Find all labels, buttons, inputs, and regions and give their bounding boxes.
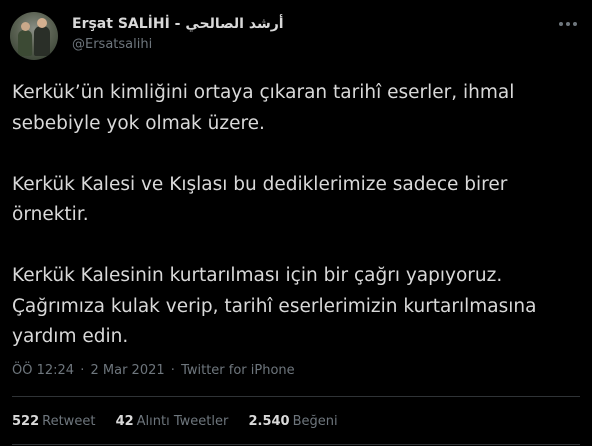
more-dots-icon-svg [559, 22, 577, 26]
quotes-stat[interactable]: 42 Alıntı Tweetler [116, 414, 233, 429]
tweet-stats: 522 Retweet 42 Alıntı Tweetler 2.540 Beğeni [12, 414, 354, 429]
author-handle[interactable]: @Ersatsalihi [72, 37, 152, 52]
quotes-label: Alıntı Tweetler [136, 414, 229, 429]
meta-separator: · [170, 363, 175, 378]
divider [12, 396, 580, 397]
retweets-stat[interactable]: 522 Retweet [12, 414, 100, 429]
tweet-paragraph: Kerkük Kalesi ve Kışlası bu dediklerimiz… [12, 173, 508, 226]
tweet-text: Kerkük’ün kimliğini ortaya çıkaran tarih… [12, 78, 582, 383]
quotes-count: 42 [115, 414, 134, 429]
likes-label: Beğeni [292, 414, 338, 429]
likes-count: 2.540 [248, 414, 290, 429]
likes-stat[interactable]: 2.540 Beğeni [248, 414, 337, 429]
tweet-meta: ÖÖ 12:24 · 2 Mar 2021 · Twitter for iPho… [12, 363, 295, 378]
tweet-header: Erşat SALİHİ - أرشد الصالحي @Ersatsalihi [10, 10, 582, 60]
avatar-figure [37, 18, 47, 28]
divider [12, 444, 580, 445]
tweet-paragraph: Kerkük Kalesinin kurtarılması için bir ç… [12, 265, 537, 347]
tweet-date[interactable]: 2 Mar 2021 [90, 363, 164, 378]
tweet-time[interactable]: ÖÖ 12:24 [12, 363, 74, 378]
tweet-paragraph: Kerkük’ün kimliğini ortaya çıkaran tarih… [12, 82, 515, 134]
tweet-source[interactable]: Twitter for iPhone [181, 363, 295, 378]
retweets-label: Retweet [42, 414, 96, 429]
meta-separator: · [80, 363, 85, 378]
avatar-figure [21, 22, 30, 31]
avatar-figure [18, 30, 32, 56]
retweets-count: 522 [12, 414, 40, 429]
more-dots-icon[interactable] [554, 16, 582, 36]
avatar[interactable] [10, 12, 58, 60]
author-name[interactable]: Erşat SALİHİ - أرشد الصالحي [72, 16, 284, 32]
avatar-figure [34, 26, 50, 56]
